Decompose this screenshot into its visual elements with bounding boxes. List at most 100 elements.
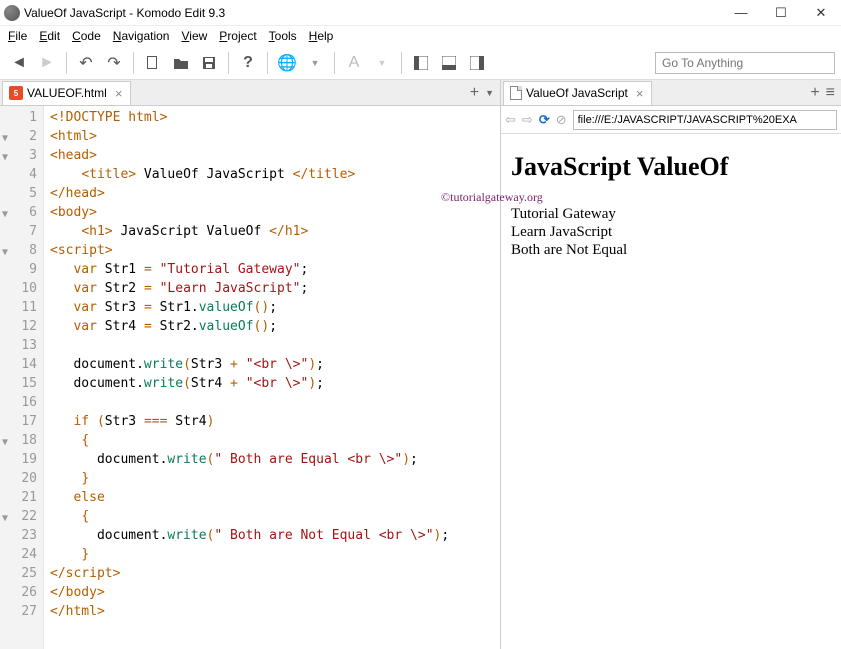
line-number: 6▼ bbox=[0, 203, 43, 222]
code-line[interactable]: </head> bbox=[50, 184, 500, 203]
menu-navigation[interactable]: Navigation bbox=[109, 27, 174, 45]
maximize-button[interactable]: ☐ bbox=[761, 0, 801, 26]
separator bbox=[133, 52, 134, 74]
menu-view[interactable]: View bbox=[177, 27, 211, 45]
code-line[interactable]: <script> bbox=[50, 241, 500, 260]
close-tab-icon[interactable]: × bbox=[636, 86, 644, 101]
line-number: 8▼ bbox=[0, 241, 43, 260]
code-line[interactable]: <head> bbox=[50, 146, 500, 165]
panel-left-icon[interactable] bbox=[408, 50, 434, 76]
browser-back-icon[interactable]: ⇦ bbox=[505, 112, 516, 128]
goto-anything-input[interactable] bbox=[655, 52, 835, 74]
line-number: 5 bbox=[0, 184, 43, 203]
undo-icon[interactable]: ↶ bbox=[73, 50, 99, 76]
tab-menu-icon[interactable]: ≡ bbox=[826, 84, 835, 102]
code-line[interactable]: } bbox=[50, 469, 500, 488]
code-line[interactable]: var Str4 = Str2.valueOf(); bbox=[50, 317, 500, 336]
line-number: 10 bbox=[0, 279, 43, 298]
browser-body: JavaScript ValueOf ©tutorialgateway.org … bbox=[501, 134, 841, 649]
minimize-button[interactable]: — bbox=[721, 0, 761, 26]
code-line[interactable]: var Str1 = "Tutorial Gateway"; bbox=[50, 260, 500, 279]
code-line[interactable]: } bbox=[50, 545, 500, 564]
code-line[interactable]: <h1> JavaScript ValueOf </h1> bbox=[50, 222, 500, 241]
globe-icon[interactable]: 🌐 bbox=[274, 50, 300, 76]
code-area[interactable]: <!DOCTYPE html><html><head> <title> Valu… bbox=[44, 106, 500, 649]
menu-file[interactable]: File bbox=[4, 27, 31, 45]
line-number: 2▼ bbox=[0, 127, 43, 146]
separator bbox=[401, 52, 402, 74]
code-line[interactable]: { bbox=[50, 431, 500, 450]
code-line[interactable]: <title> ValueOf JavaScript </title> bbox=[50, 165, 500, 184]
page-icon bbox=[510, 86, 522, 100]
code-line[interactable]: { bbox=[50, 507, 500, 526]
back-icon[interactable]: ◄ bbox=[6, 50, 32, 76]
code-line[interactable]: </script> bbox=[50, 564, 500, 583]
menu-project[interactable]: Project bbox=[215, 27, 260, 45]
code-line[interactable]: </body> bbox=[50, 583, 500, 602]
line-number: 27 bbox=[0, 602, 43, 621]
menu-help[interactable]: Help bbox=[305, 27, 338, 45]
help-icon[interactable]: ? bbox=[235, 50, 261, 76]
redo-icon[interactable]: ↷ bbox=[101, 50, 127, 76]
code-line[interactable] bbox=[50, 393, 500, 412]
menu-code[interactable]: Code bbox=[68, 27, 105, 45]
code-line[interactable]: document.write(" Both are Not Equal <br … bbox=[50, 526, 500, 545]
code-line[interactable]: if (Str3 === Str4) bbox=[50, 412, 500, 431]
browser-forward-icon[interactable]: ⇨ bbox=[522, 112, 533, 128]
tab-menu-icon[interactable]: ▼ bbox=[485, 88, 494, 98]
line-number: 22▼ bbox=[0, 507, 43, 526]
app-icon bbox=[4, 5, 20, 21]
html-file-icon: 5 bbox=[9, 86, 23, 100]
code-line[interactable]: else bbox=[50, 488, 500, 507]
code-line[interactable]: var Str3 = Str1.valueOf(); bbox=[50, 298, 500, 317]
line-number: 1 bbox=[0, 108, 43, 127]
browser-pane: ValueOf JavaScript × + ≡ ⇦ ⇨ ⟳ ⊘ JavaScr… bbox=[501, 80, 841, 649]
separator bbox=[334, 52, 335, 74]
browser-stop-icon[interactable]: ⊘ bbox=[556, 112, 567, 128]
menu-edit[interactable]: Edit bbox=[35, 27, 64, 45]
toolbar: ◄ ► ↶ ↷ ? 🌐 ▼ A ▼ bbox=[0, 46, 841, 80]
code-line[interactable]: </html> bbox=[50, 602, 500, 621]
line-number: 24 bbox=[0, 545, 43, 564]
code-line[interactable] bbox=[50, 336, 500, 355]
browser-refresh-icon[interactable]: ⟳ bbox=[539, 112, 550, 128]
output-line: Both are Not Equal bbox=[511, 242, 831, 259]
goto-anything-wrapper bbox=[655, 52, 835, 74]
editor-tab-label: VALUEOF.html bbox=[27, 86, 107, 100]
code-line[interactable]: document.write(Str4 + "<br \>"); bbox=[50, 374, 500, 393]
output-line: Learn JavaScript bbox=[511, 224, 831, 241]
dropdown-icon[interactable]: ▼ bbox=[302, 50, 328, 76]
dropdown-icon[interactable]: ▼ bbox=[369, 50, 395, 76]
panel-bottom-icon[interactable] bbox=[436, 50, 462, 76]
line-number: 17 bbox=[0, 412, 43, 431]
window-title: ValueOf JavaScript - Komodo Edit 9.3 bbox=[24, 6, 721, 20]
add-tab-icon[interactable]: + bbox=[810, 84, 819, 102]
editor-tab[interactable]: 5 VALUEOF.html × bbox=[2, 81, 131, 105]
line-number: 13 bbox=[0, 336, 43, 355]
close-tab-icon[interactable]: × bbox=[115, 86, 123, 101]
editor-body[interactable]: 12▼3▼456▼78▼9101112131415161718▼19202122… bbox=[0, 106, 500, 649]
separator bbox=[228, 52, 229, 74]
browser-url-input[interactable] bbox=[573, 110, 837, 130]
browser-tab[interactable]: ValueOf JavaScript × bbox=[503, 81, 652, 105]
text-icon[interactable]: A bbox=[341, 50, 367, 76]
code-line[interactable]: document.write(Str3 + "<br \>"); bbox=[50, 355, 500, 374]
code-line[interactable]: <!DOCTYPE html> bbox=[50, 108, 500, 127]
new-file-icon[interactable] bbox=[140, 50, 166, 76]
panel-right-icon[interactable] bbox=[464, 50, 490, 76]
code-line[interactable]: document.write(" Both are Equal <br \>")… bbox=[50, 450, 500, 469]
save-icon[interactable] bbox=[196, 50, 222, 76]
code-line[interactable]: var Str2 = "Learn JavaScript"; bbox=[50, 279, 500, 298]
watermark: ©tutorialgateway.org bbox=[441, 190, 831, 205]
main: 5 VALUEOF.html × + ▼ 12▼3▼456▼78▼9101112… bbox=[0, 80, 841, 649]
separator bbox=[66, 52, 67, 74]
menu-tools[interactable]: Tools bbox=[265, 27, 301, 45]
add-tab-icon[interactable]: + bbox=[470, 84, 479, 102]
code-line[interactable]: <html> bbox=[50, 127, 500, 146]
code-line[interactable]: <body> bbox=[50, 203, 500, 222]
open-folder-icon[interactable] bbox=[168, 50, 194, 76]
close-button[interactable]: ✕ bbox=[801, 0, 841, 26]
forward-icon[interactable]: ► bbox=[34, 50, 60, 76]
editor-tabrow: 5 VALUEOF.html × + ▼ bbox=[0, 80, 500, 106]
line-number: 19 bbox=[0, 450, 43, 469]
